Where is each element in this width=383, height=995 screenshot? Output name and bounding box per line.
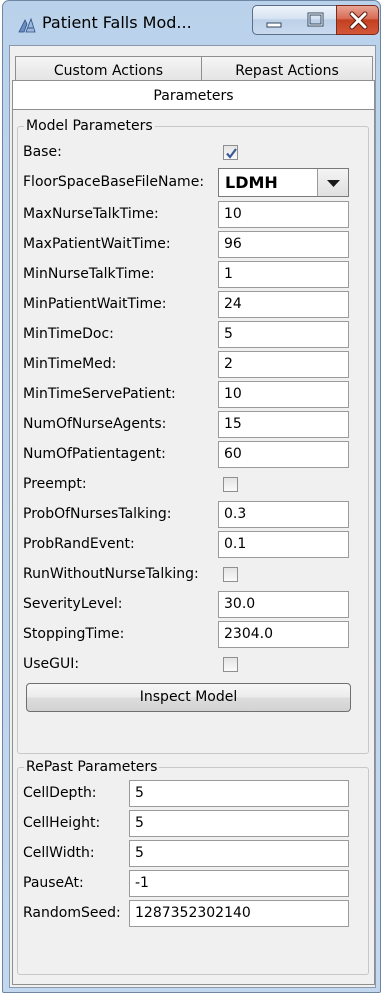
param-label: Base: [23, 144, 62, 160]
param-label: UseGUI: [23, 656, 80, 672]
param-row: MinNurseTalkTime: 1 [18, 259, 368, 289]
inspect-model-button[interactable]: Inspect Model [26, 683, 351, 712]
random-seed-field[interactable]: 1287352302140 [129, 900, 349, 927]
floorspace-combo[interactable]: LDMH [218, 168, 349, 197]
repast-row: CellWidth: 5 [18, 838, 368, 868]
param-label: MinPatientWaitTime: [23, 296, 167, 312]
repast-label: CellDepth: [23, 785, 97, 801]
param-label: Preempt: [23, 476, 87, 492]
close-button[interactable] [336, 5, 379, 35]
preempt-checkbox[interactable] [223, 477, 238, 492]
min-time-doc-field[interactable]: 5 [218, 321, 349, 348]
max-patient-wait-time-field[interactable]: 96 [218, 231, 349, 258]
repast-app-icon [18, 17, 36, 33]
tab-custom-actions[interactable]: Custom Actions [15, 56, 202, 82]
param-row: MaxPatientWaitTime: 96 [18, 229, 368, 259]
run-without-nurse-talking-checkbox[interactable] [223, 567, 238, 582]
param-label: NumOfNurseAgents: [23, 416, 167, 432]
repast-parameters-legend: RePast Parameters [24, 758, 160, 776]
min-time-med-field[interactable]: 2 [218, 351, 349, 378]
chevron-down-icon [327, 180, 340, 187]
combo-dropdown-button[interactable] [317, 169, 348, 196]
param-row: MaxNurseTalkTime: 10 [18, 199, 368, 229]
param-label: SeverityLevel: [23, 596, 123, 612]
tab-repast-actions[interactable]: Repast Actions [201, 56, 373, 82]
repast-row: PauseAt: -1 [18, 868, 368, 898]
model-parameters-group: Model Parameters Base: FloorSpaceBaseFil… [17, 117, 369, 754]
title-bar[interactable]: Patient Falls Mod... [3, 1, 380, 45]
param-row: ProbOfNursesTalking: 0.3 [18, 499, 368, 529]
param-row: StoppingTime: 2304.0 [18, 619, 368, 649]
model-parameters-legend: Model Parameters [24, 117, 155, 135]
param-label: MinTimeDoc: [23, 326, 114, 342]
param-label: NumOfPatientagent: [23, 446, 166, 462]
param-label: FloorSpaceBaseFileName: [23, 174, 205, 190]
app-window: Patient Falls Mod... Custom Actions Repa… [2, 0, 381, 993]
param-row-base: Base: [18, 137, 368, 167]
param-row: RunWithoutNurseTalking: [18, 559, 368, 589]
pause-at-field[interactable]: -1 [129, 870, 349, 897]
combo-value: LDMH [225, 173, 278, 192]
min-patient-wait-time-field[interactable]: 24 [218, 291, 349, 318]
param-label: MinTimeServePatient: [23, 386, 176, 402]
close-icon [349, 11, 368, 30]
minimize-button[interactable] [252, 5, 295, 35]
cell-width-field[interactable]: 5 [129, 840, 349, 867]
param-row: SeverityLevel: 30.0 [18, 589, 368, 619]
param-row: NumOfPatientagent: 60 [18, 439, 368, 469]
param-row: MinTimeMed: 2 [18, 349, 368, 379]
repast-label: RandomSeed: [23, 905, 121, 921]
maximize-button[interactable] [294, 5, 337, 35]
param-label: StoppingTime: [23, 626, 125, 642]
parameters-panel: Model Parameters Base: FloorSpaceBaseFil… [12, 109, 375, 985]
tab-parameters[interactable]: Parameters [12, 80, 375, 110]
window-title: Patient Falls Mod... [42, 13, 192, 32]
base-checkbox[interactable] [223, 145, 238, 160]
param-label: MaxNurseTalkTime: [23, 206, 159, 222]
param-row: MinTimeServePatient: 10 [18, 379, 368, 409]
min-time-serve-patient-field[interactable]: 10 [218, 381, 349, 408]
repast-row: RandomSeed: 1287352302140 [18, 898, 368, 928]
use-gui-checkbox[interactable] [223, 657, 238, 672]
min-nurse-talk-time-field[interactable]: 1 [218, 261, 349, 288]
param-row: ProbRandEvent: 0.1 [18, 529, 368, 559]
param-label: ProbRandEvent: [23, 536, 135, 552]
param-label: MinNurseTalkTime: [23, 266, 155, 282]
cell-depth-field[interactable]: 5 [129, 780, 349, 807]
param-row-floorspace: FloorSpaceBaseFileName: LDMH [18, 167, 368, 197]
param-row: NumOfNurseAgents: 15 [18, 409, 368, 439]
cell-height-field[interactable]: 5 [129, 810, 349, 837]
num-of-patientagent-field[interactable]: 60 [218, 441, 349, 468]
param-row: UseGUI: [18, 649, 368, 679]
prob-rand-event-field[interactable]: 0.1 [218, 531, 349, 558]
client-area: Custom Actions Repast Actions Parameters… [9, 45, 376, 988]
param-label: MinTimeMed: [23, 356, 117, 372]
param-label: MaxPatientWaitTime: [23, 236, 171, 252]
severity-level-field[interactable]: 30.0 [218, 591, 349, 618]
param-label: ProbOfNursesTalking: [23, 506, 172, 522]
param-row: Preempt: [18, 469, 368, 499]
param-row: MinTimeDoc: 5 [18, 319, 368, 349]
repast-row: CellHeight: 5 [18, 808, 368, 838]
minimize-icon [266, 22, 282, 28]
checkmark-icon [226, 148, 237, 159]
repast-label: PauseAt: [23, 875, 84, 891]
max-nurse-talk-time-field[interactable]: 10 [218, 201, 349, 228]
param-label: RunWithoutNurseTalking: [23, 566, 199, 582]
prob-of-nurses-talking-field[interactable]: 0.3 [218, 501, 349, 528]
stopping-time-field[interactable]: 2304.0 [218, 621, 349, 648]
param-row: MinPatientWaitTime: 24 [18, 289, 368, 319]
repast-label: CellHeight: [23, 815, 101, 831]
repast-row: CellDepth: 5 [18, 778, 368, 808]
repast-label: CellWidth: [23, 845, 95, 861]
maximize-icon [307, 12, 324, 27]
repast-parameters-group: RePast Parameters CellDepth: 5 CellHeigh… [17, 758, 369, 975]
num-of-nurse-agents-field[interactable]: 15 [218, 411, 349, 438]
